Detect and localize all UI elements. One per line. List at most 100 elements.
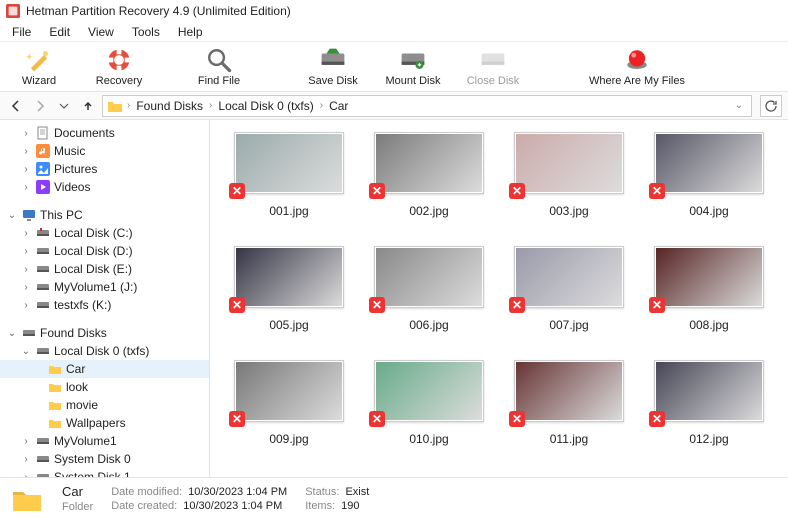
menu-file[interactable]: File [4,23,39,41]
chevron-down-icon[interactable]: ⌄ [6,210,18,221]
file-name: 001.jpg [269,204,308,218]
nav-forward-button[interactable] [30,96,50,116]
file-thumbnail[interactable]: ✕006.jpg [364,246,494,332]
chevron-right-icon: › [20,164,32,175]
status-modified: 10/30/2023 1:04 PM [188,486,287,498]
nav-history-dropdown[interactable] [54,96,74,116]
tree-myvolume1[interactable]: ›MyVolume1 [0,432,209,450]
chevron-down-icon[interactable]: ⌄ [20,346,32,357]
refresh-button[interactable] [760,95,782,117]
breadcrumb-root[interactable]: Found Disks [134,99,205,113]
chevron-right-icon: › [20,182,32,193]
breadcrumb-bar[interactable]: › Found Disks › Local Disk 0 (txfs) › Ca… [102,95,752,117]
file-name: 009.jpg [269,432,308,446]
folder-icon [107,99,123,113]
nav-up-button[interactable] [78,96,98,116]
tree-look[interactable]: look [0,378,209,396]
status-dates-block: Date modified:10/30/2023 1:04 PM Date cr… [111,486,287,512]
file-thumbnail[interactable]: ✕003.jpg [504,132,634,218]
tree-car[interactable]: Car [0,360,209,378]
savedisk-button[interactable]: Save Disk [302,47,364,87]
label-modified: Date modified: [111,486,182,498]
breadcrumb-leaf[interactable]: Car [327,99,350,113]
mountdisk-button[interactable]: Mount Disk [382,47,444,87]
wizard-button[interactable]: Wizard [8,47,70,87]
tree-label: movie [66,398,98,412]
deleted-marker-icon: ✕ [509,297,525,313]
menu-tools[interactable]: Tools [124,23,168,41]
file-grid: ✕ 001.jpg ✕002.jpg✕003.jpg ✕ 004.jpg ✕005.jpg… [210,120,788,477]
tree-myvolume1-j[interactable]: ›MyVolume1 (J:) [0,278,209,296]
disk-icon [36,298,50,312]
disk-icon [36,434,50,448]
file-thumbnail[interactable]: ✕005.jpg [224,246,354,332]
findfile-label: Find File [198,75,240,87]
status-type: Folder [62,501,93,513]
disk-icon [36,280,50,294]
chevron-down-icon[interactable]: ⌄ [6,328,18,339]
mountdisk-label: Mount Disk [385,75,440,87]
label-items: Items: [305,500,335,512]
file-name: 012.jpg [689,432,728,446]
disk-icon [36,262,50,276]
status-items: 190 [341,500,359,512]
file-thumbnail[interactable]: ✕010.jpg [364,360,494,446]
file-name: 004.jpg [689,204,728,218]
chevron-right-icon: › [318,100,325,111]
menu-view[interactable]: View [80,23,122,41]
toolbar: Wizard Recovery Find File Save Disk Moun… [0,42,788,92]
deleted-marker-icon: ✕ [229,411,245,427]
deleted-marker-icon: ✕ [649,183,665,199]
file-name: 006.jpg [409,318,448,332]
tree-localdisk0[interactable]: ⌄Local Disk 0 (txfs) [0,342,209,360]
tree-local-e[interactable]: ›Local Disk (E:) [0,260,209,278]
menu-help[interactable]: Help [170,23,211,41]
deleted-marker-icon: ✕ [229,183,245,199]
whereare-button[interactable]: Where Are My Files [582,47,692,87]
tree-thispc[interactable]: ⌄ This PC [0,206,209,224]
file-thumbnail[interactable]: ✕011.jpg [504,360,634,446]
file-thumbnail[interactable]: ✕012.jpg [644,360,774,446]
recovery-button[interactable]: Recovery [88,47,150,87]
tree-label: Local Disk (C:) [54,226,133,240]
image-thumbnail: ✕ [374,360,484,422]
tree-label: MyVolume1 [54,434,117,448]
file-thumbnail[interactable]: ✕ 004.jpg [644,132,774,218]
file-thumbnail[interactable]: ✕ 001.jpg [224,132,354,218]
tree-local-c[interactable]: ›Local Disk (C:) [0,224,209,242]
tree-music[interactable]: ›Music [0,142,209,160]
file-thumbnail[interactable]: ✕007.jpg [504,246,634,332]
closedisk-icon [480,47,506,73]
file-thumbnail[interactable]: ✕002.jpg [364,132,494,218]
chevron-right-icon: › [20,264,32,275]
tree-videos[interactable]: ›Videos [0,178,209,196]
folder-icon [10,482,44,516]
file-name: 011.jpg [550,432,588,446]
tree-label: This PC [40,208,83,222]
nav-back-button[interactable] [6,96,26,116]
tree-systemdisk0[interactable]: ›System Disk 0 [0,450,209,468]
tree-wallpapers[interactable]: Wallpapers [0,414,209,432]
disk-icon [22,326,36,340]
chevron-down-icon[interactable]: ⌄ [731,100,747,111]
image-thumbnail: ✕ [514,246,624,308]
chevron-right-icon: › [20,282,32,293]
breadcrumb-mid[interactable]: Local Disk 0 (txfs) [216,99,315,113]
folder-tree[interactable]: ›Documents ›Music ›Pictures ›Videos ⌄ Thi… [0,120,210,477]
menu-edit[interactable]: Edit [41,23,78,41]
file-thumbnail[interactable]: ✕ 009.jpg [224,360,354,446]
tree-documents[interactable]: ›Documents [0,124,209,142]
tree-movie[interactable]: movie [0,396,209,414]
chevron-right-icon: › [20,246,32,257]
app-icon [6,4,20,18]
tree-systemdisk1[interactable]: ›System Disk 1 [0,468,209,477]
file-thumbnail[interactable]: ✕008.jpg [644,246,774,332]
tree-pictures[interactable]: ›Pictures [0,160,209,178]
tree-founddisks[interactable]: ⌄Found Disks [0,324,209,342]
tree-local-d[interactable]: ›Local Disk (D:) [0,242,209,260]
findfile-button[interactable]: Find File [188,47,250,87]
tree-label: look [66,380,88,394]
disk-icon [36,226,50,240]
disk-icon [36,344,50,358]
tree-testxfs-k[interactable]: ›testxfs (K:) [0,296,209,314]
